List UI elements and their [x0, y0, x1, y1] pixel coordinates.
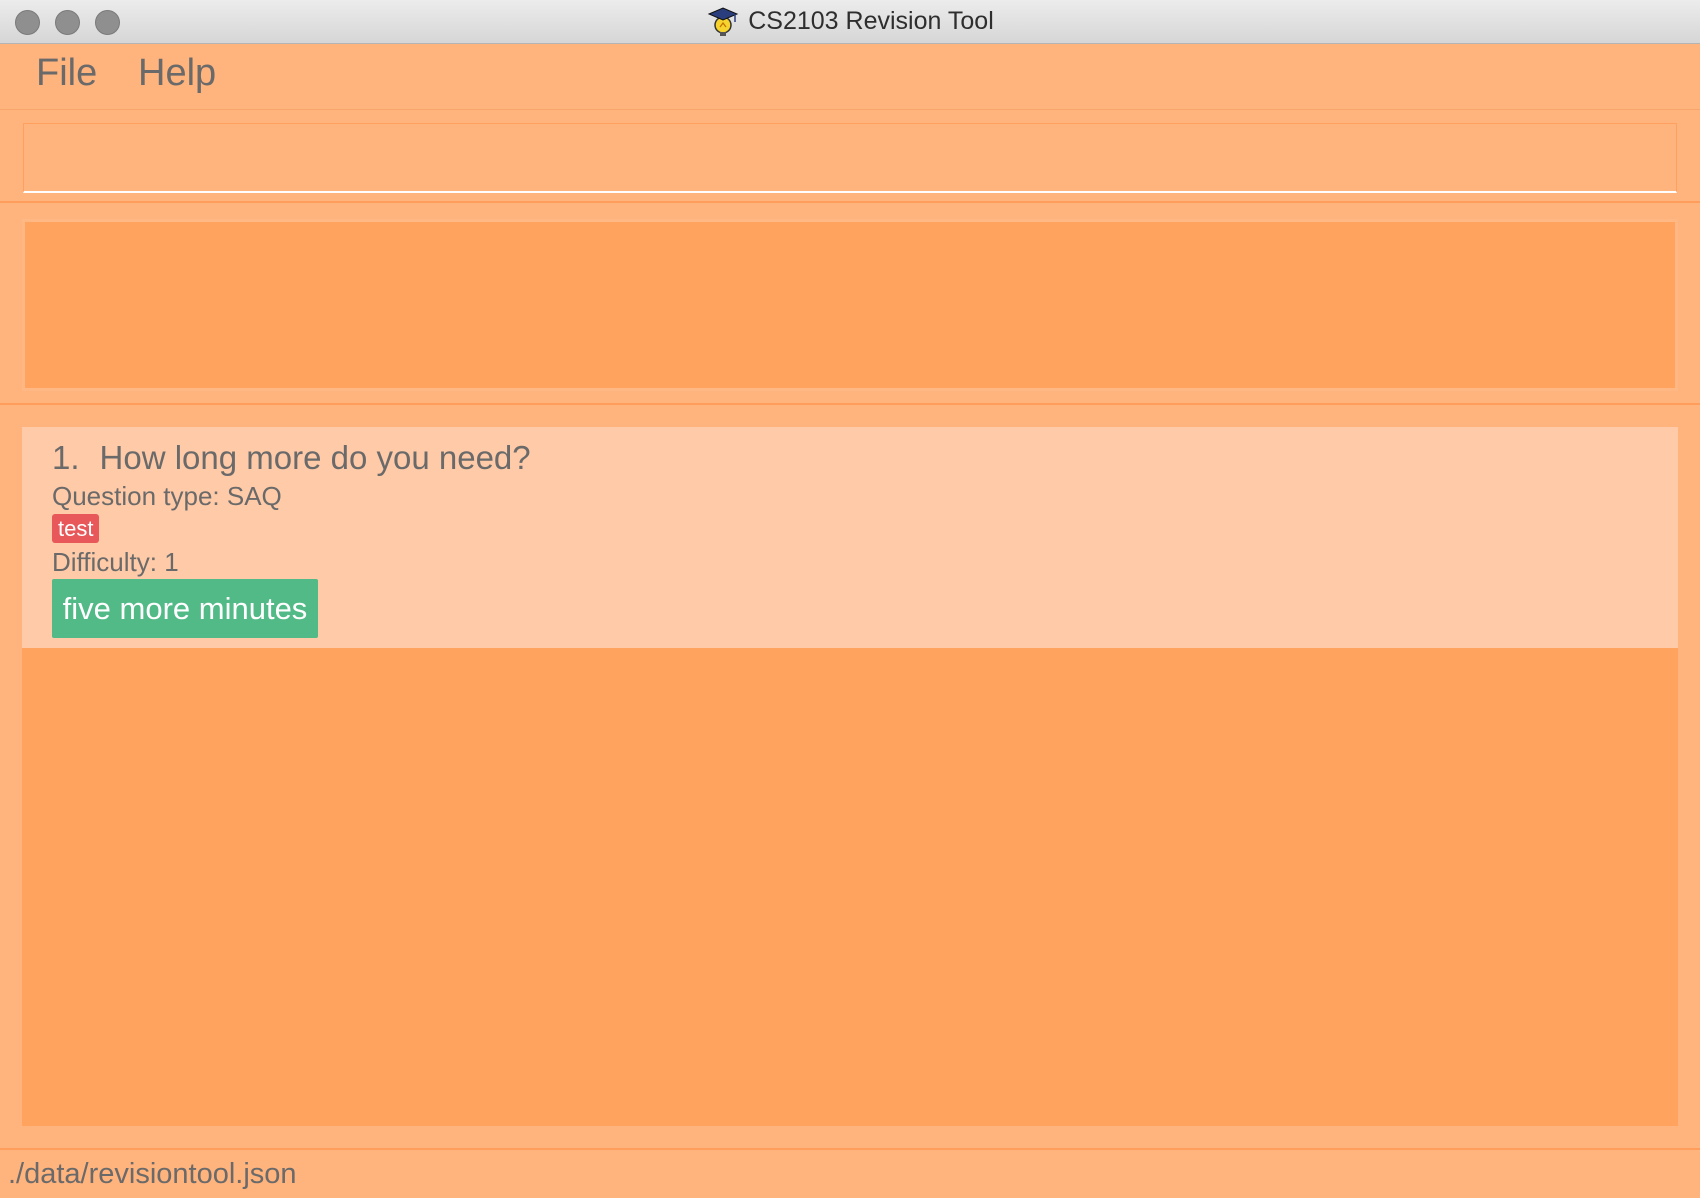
question-list-panel[interactable]: 1. How long more do you need? Question ty… [22, 427, 1678, 1126]
question-difficulty: Difficulty: 1 [52, 547, 179, 577]
question-list-area: 1. How long more do you need? Question ty… [0, 407, 1700, 1147]
app-window: CS2103 Revision Tool File Help 1. How lon… [0, 0, 1700, 1198]
result-display[interactable] [22, 219, 1678, 391]
question-answer-badge: five more minutes [52, 579, 318, 638]
menu-file[interactable]: File [36, 52, 97, 95]
menu-help[interactable]: Help [138, 52, 216, 95]
result-display-area [0, 205, 1700, 405]
title-wrap: CS2103 Revision Tool [0, 0, 1700, 43]
question-card[interactable]: 1. How long more do you need? Question ty… [22, 427, 1678, 648]
command-box-area [0, 111, 1700, 203]
question-text: How long more do you need? [99, 439, 531, 476]
question-title: 1. How long more do you need? [52, 439, 531, 477]
status-file-path: ./data/revisiontool.json [8, 1158, 297, 1190]
menu-bar: File Help [0, 44, 1700, 110]
status-bar: ./data/revisiontool.json [0, 1148, 1700, 1198]
question-index: 1. [52, 439, 80, 476]
question-tag-badge: test [52, 514, 100, 543]
command-input[interactable] [23, 123, 1677, 193]
title-bar[interactable]: CS2103 Revision Tool [0, 0, 1700, 44]
window-title: CS2103 Revision Tool [748, 7, 994, 35]
question-type: Question type: SAQ [52, 481, 282, 511]
graduation-cap-lightbulb-icon [707, 6, 739, 36]
